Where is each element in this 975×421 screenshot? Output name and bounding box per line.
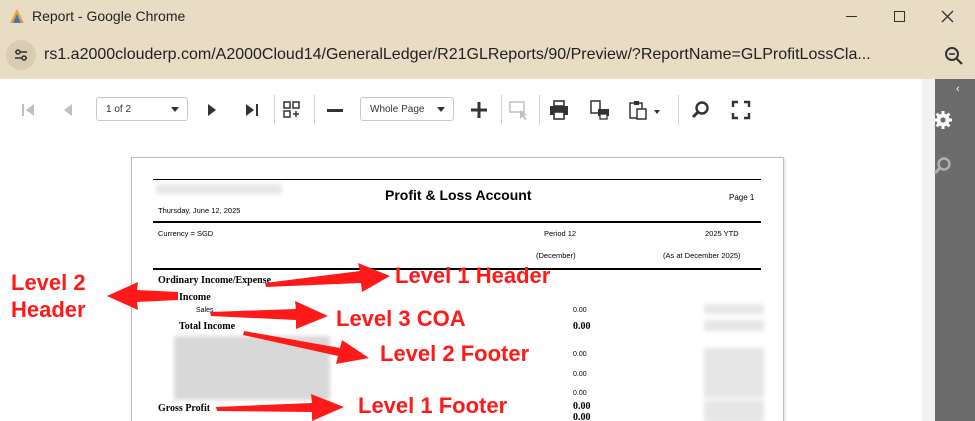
annotation-level3-coa: Level 3 COA bbox=[336, 306, 466, 331]
last-page-icon bbox=[246, 104, 258, 116]
report-toolbar: 1 of 2 Whole Page bbox=[0, 79, 922, 141]
next-page-icon bbox=[208, 104, 216, 116]
search-icon[interactable] bbox=[933, 156, 953, 176]
toolbar-separator bbox=[501, 95, 502, 125]
minimize-icon bbox=[845, 16, 857, 17]
zoom-icon[interactable] bbox=[944, 46, 964, 66]
level2-header-row: Income bbox=[179, 292, 211, 303]
annotation-level1-header: Level 1 Header bbox=[395, 263, 551, 288]
first-page-button[interactable] bbox=[17, 99, 39, 121]
redacted-company-name bbox=[156, 184, 282, 194]
report-date: Thursday, June 12, 2025 bbox=[158, 206, 241, 215]
page-selector[interactable]: 1 of 2 bbox=[96, 97, 188, 121]
annotation-level2-header-line2: Header bbox=[11, 297, 86, 322]
redacted-value bbox=[704, 320, 764, 331]
zoom-in-icon bbox=[471, 102, 487, 118]
page-selector-value: 1 of 2 bbox=[106, 104, 132, 115]
maximize-icon bbox=[893, 11, 905, 22]
level2-footer-row: Total Income bbox=[179, 321, 236, 332]
level1-footer-value: 0.00 bbox=[573, 401, 591, 412]
row-value: 0.00 bbox=[573, 390, 587, 397]
level2-footer-value: 0.00 bbox=[573, 321, 591, 332]
column-header-period: Period 12 bbox=[544, 229, 577, 238]
annotation-level1-footer: Level 1 Footer bbox=[358, 393, 508, 418]
zoom-selector[interactable]: Whole Page bbox=[360, 97, 454, 121]
row-value: 0.00 bbox=[573, 371, 587, 378]
site-info-button[interactable] bbox=[6, 40, 36, 70]
zoom-out-icon bbox=[327, 109, 343, 112]
multi-page-icon bbox=[283, 101, 300, 118]
toolbar-separator bbox=[678, 95, 679, 125]
print-page-icon bbox=[590, 100, 609, 120]
zoom-out-button[interactable] bbox=[324, 99, 346, 121]
report-page: Profit & Loss Account Page 1 Thursday, J… bbox=[131, 157, 784, 421]
print-icon bbox=[550, 100, 568, 120]
divider bbox=[153, 221, 761, 223]
level1-footer-row: Gross Profit bbox=[158, 403, 211, 414]
column-subheader-period: (December) bbox=[536, 251, 576, 260]
page-label: Page 1 bbox=[729, 193, 755, 202]
fullscreen-icon bbox=[731, 100, 751, 120]
print-page-button[interactable] bbox=[589, 99, 611, 121]
previous-page-icon bbox=[64, 104, 72, 116]
level1-header-row: Ordinary Income/Expense bbox=[158, 275, 272, 286]
fullscreen-button[interactable] bbox=[730, 99, 752, 121]
toolbar-separator bbox=[539, 95, 540, 125]
chevron-down-icon bbox=[654, 110, 660, 114]
scrollbar[interactable] bbox=[922, 79, 935, 421]
annotation-level2-header-line1: Level 2 bbox=[11, 270, 86, 295]
multi-page-button[interactable] bbox=[281, 99, 303, 121]
redacted-value bbox=[704, 348, 764, 398]
window-title: Report - Google Chrome bbox=[32, 8, 186, 24]
annotation-level2-footer: Level 2 Footer bbox=[380, 341, 530, 366]
maximize-button[interactable] bbox=[876, 0, 922, 33]
row-value: 0.00 bbox=[573, 351, 587, 358]
close-icon bbox=[941, 10, 953, 23]
export-button[interactable] bbox=[628, 99, 650, 121]
level1-footer-value-2: 0.00 bbox=[573, 412, 591, 421]
tune-icon bbox=[15, 49, 27, 61]
toolbar-separator bbox=[314, 95, 315, 125]
address-bar: rs1.a2000clouderp.com/A2000Cloud14/Gener… bbox=[0, 33, 975, 79]
redacted-rows bbox=[174, 336, 330, 400]
first-page-icon bbox=[22, 104, 34, 116]
search-button[interactable] bbox=[690, 99, 712, 121]
close-button[interactable] bbox=[924, 0, 970, 33]
column-subheader-ytd: (As at December 2025) bbox=[663, 251, 741, 260]
editing-fields-icon bbox=[509, 101, 527, 120]
zoom-in-button[interactable] bbox=[468, 99, 490, 121]
gear-icon[interactable] bbox=[933, 110, 953, 130]
print-button[interactable] bbox=[548, 99, 570, 121]
chevron-down-icon bbox=[171, 107, 179, 112]
window-titlebar: Report - Google Chrome bbox=[0, 0, 975, 33]
level3-coa-row: Sales bbox=[196, 307, 214, 314]
export-icon bbox=[629, 101, 647, 120]
chevron-down-icon bbox=[437, 107, 445, 112]
last-page-button[interactable] bbox=[241, 99, 263, 121]
redacted-value bbox=[704, 400, 764, 421]
editing-fields-button[interactable] bbox=[508, 99, 530, 121]
zoom-selector-value: Whole Page bbox=[370, 104, 425, 115]
minimize-button[interactable] bbox=[828, 0, 874, 33]
collapse-panel-button[interactable]: ‹ bbox=[956, 83, 960, 95]
level3-coa-value: 0.00 bbox=[573, 307, 587, 314]
redacted-value bbox=[704, 304, 764, 314]
previous-page-button[interactable] bbox=[57, 99, 79, 121]
next-page-button[interactable] bbox=[201, 99, 223, 121]
toolbar-separator bbox=[274, 95, 275, 125]
divider bbox=[153, 179, 761, 180]
report-title: Profit & Loss Account bbox=[385, 187, 532, 203]
currency-label: Currency = SGD bbox=[158, 229, 214, 238]
url-text[interactable]: rs1.a2000clouderp.com/A2000Cloud14/Gener… bbox=[44, 46, 871, 64]
search-icon bbox=[691, 101, 709, 119]
column-header-ytd: 2025 YTD bbox=[705, 229, 739, 238]
app-icon bbox=[10, 9, 24, 23]
